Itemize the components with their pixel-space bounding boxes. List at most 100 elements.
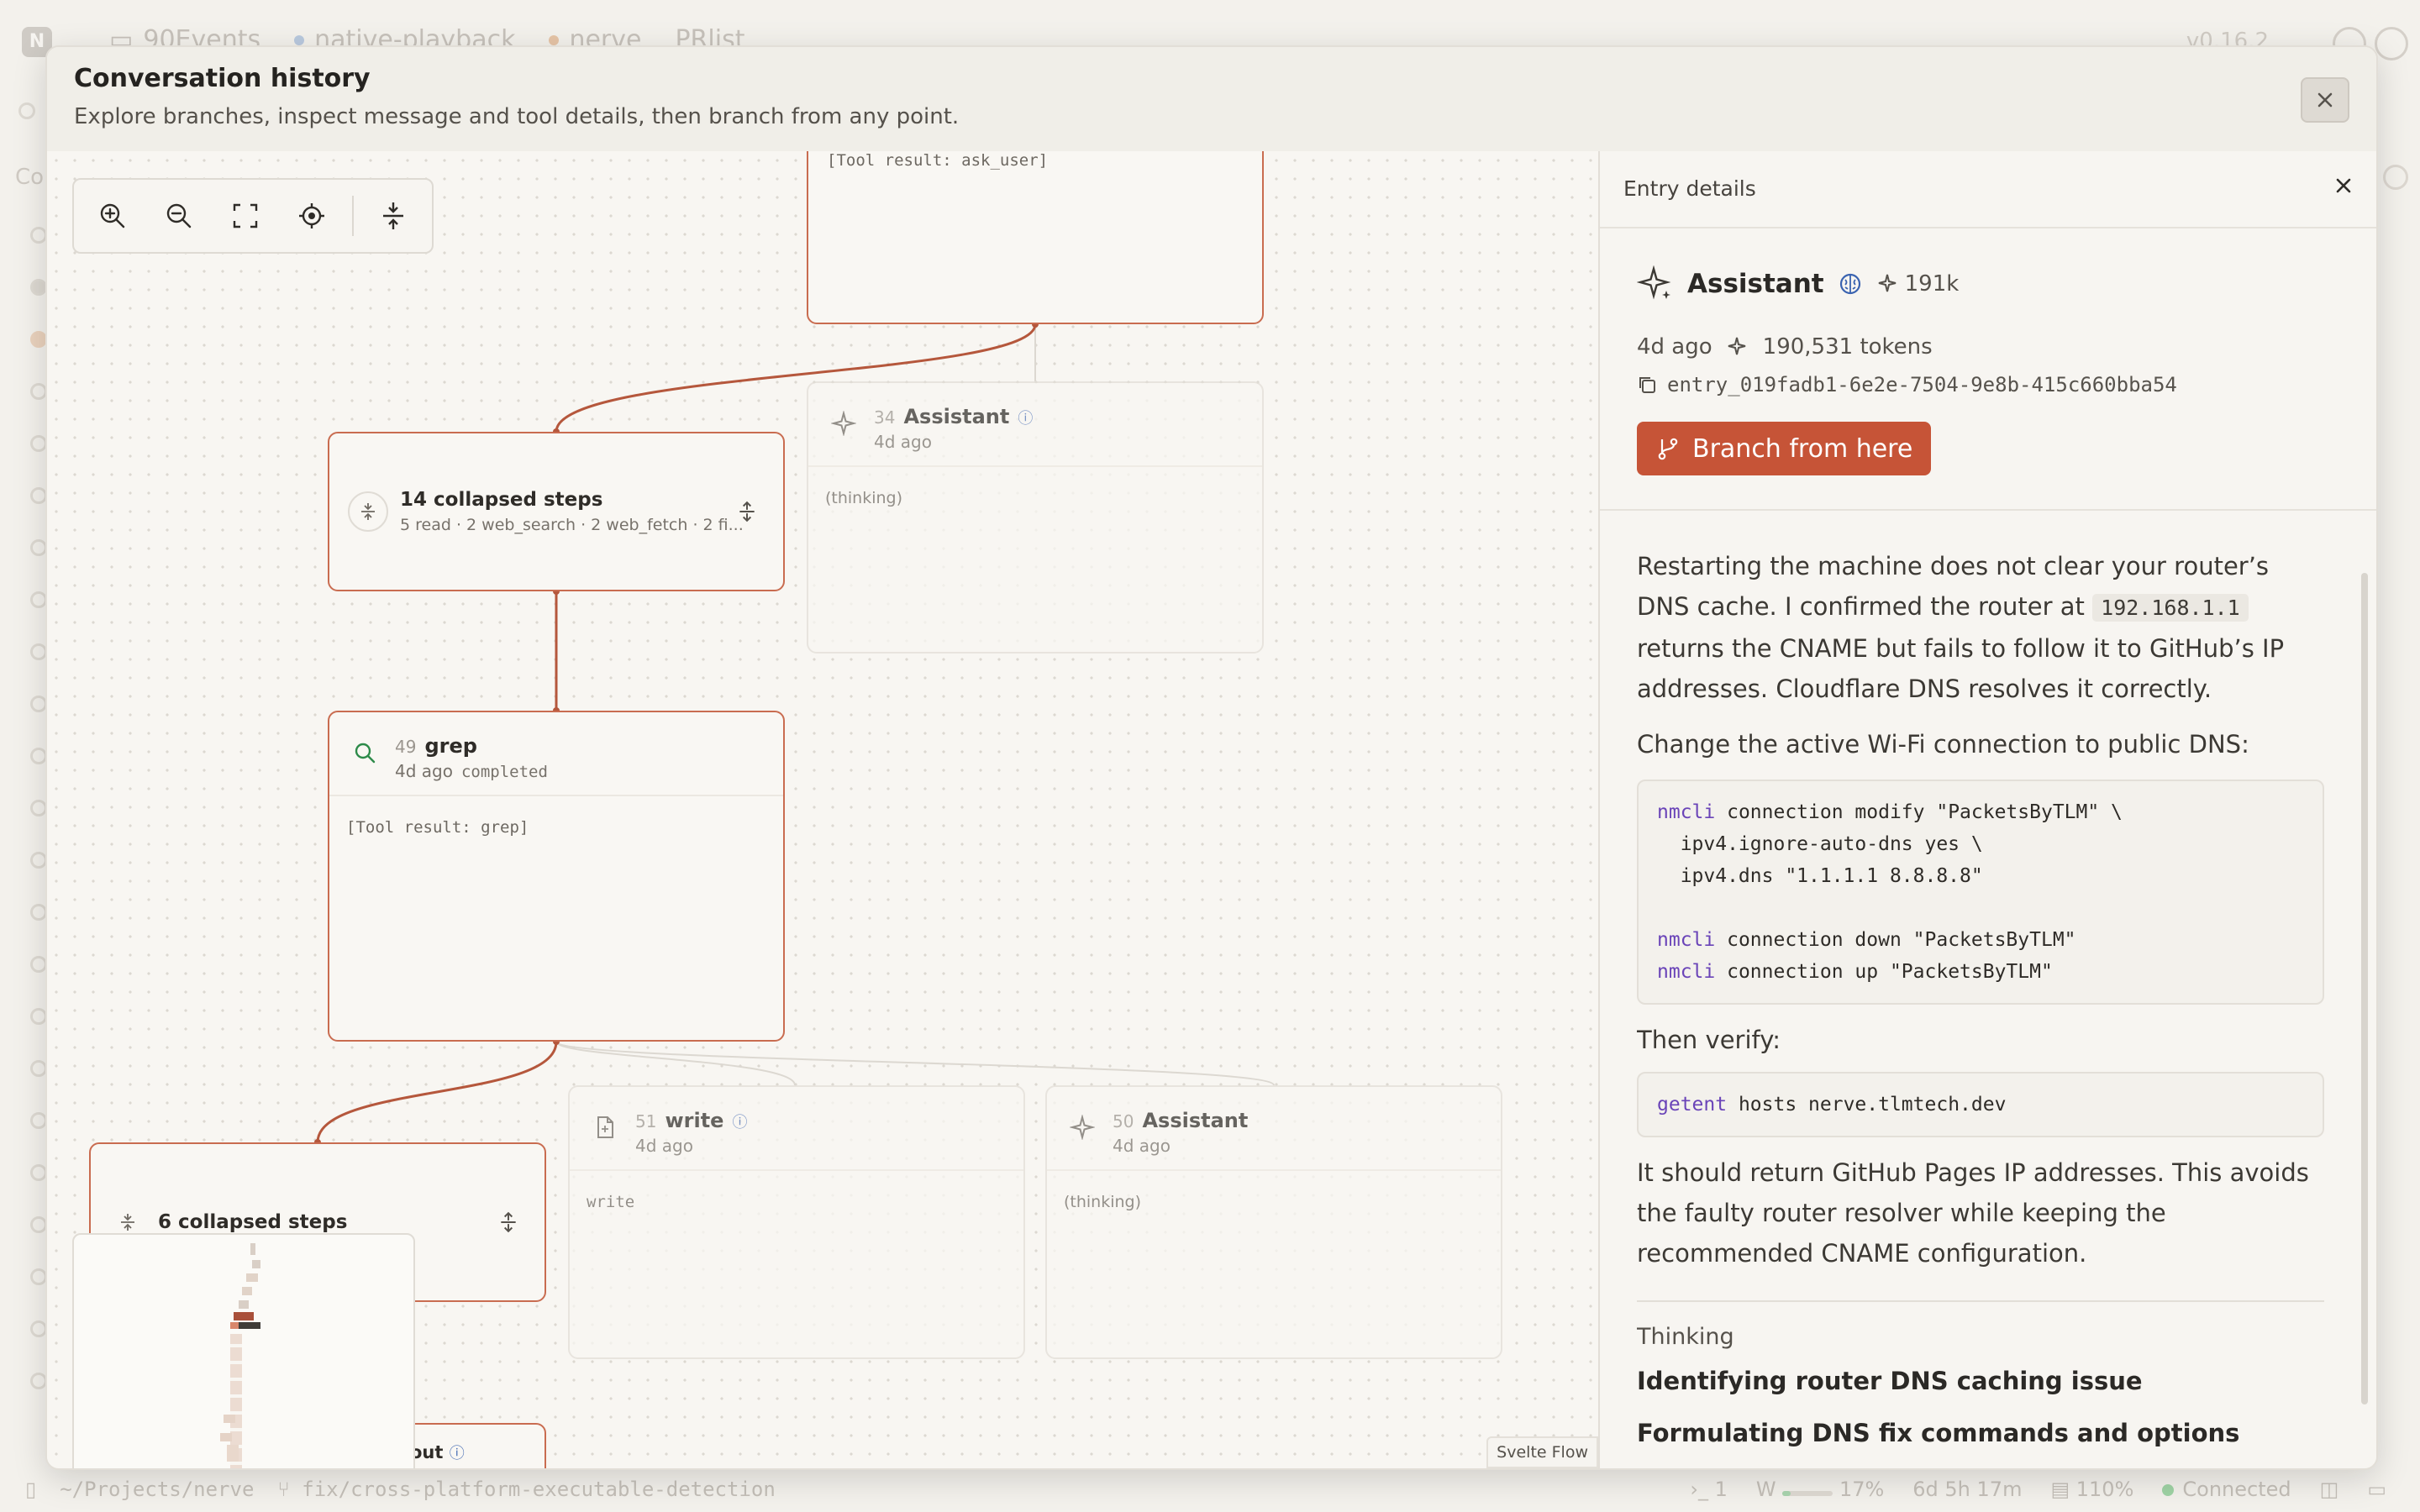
code-line: ipv4.ignore-auto-dns yes \: [1657, 833, 1983, 855]
content-divider: [1637, 1300, 2324, 1302]
session-dot[interactable]: [30, 591, 47, 608]
entry-details-panel: Entry details Assistant 191k 4d ago 190,…: [1598, 151, 2376, 1468]
session-dot[interactable]: [30, 1320, 47, 1337]
session-dot[interactable]: [30, 904, 47, 921]
session-dot[interactable]: [30, 435, 47, 452]
bottom-panel-icon[interactable]: ▭: [2367, 1478, 2386, 1501]
thinking-item[interactable]: Formulating DNS fix commands and options: [1637, 1419, 2324, 1447]
node-body: [Tool result: ask_user]: [827, 151, 1049, 170]
code-block-getent[interactable]: getent hosts nerve.tlmtech.dev: [1637, 1072, 2324, 1137]
gear-icon[interactable]: [2375, 27, 2408, 60]
session-dot[interactable]: [30, 748, 47, 764]
content-paragraph: Restarting the machine does not clear yo…: [1637, 552, 2285, 703]
token-badge: 191k: [1876, 271, 1959, 297]
collapsed-title: 14 collapsed steps: [400, 489, 603, 511]
sparkle-small-icon: [1878, 274, 1896, 292]
details-scrollbar[interactable]: [2361, 573, 2368, 1404]
entry-role: Assistant: [1687, 269, 1824, 299]
node-time: 4d ago: [395, 761, 453, 781]
expand-icon[interactable]: [497, 1211, 519, 1233]
session-dot[interactable]: [30, 1373, 47, 1389]
modal-close-button[interactable]: [2301, 77, 2349, 123]
node-collapsed-14-steps[interactable]: 14 collapsed steps 5 read · 2 web_search…: [328, 432, 785, 591]
node-body: (thinking): [808, 465, 1262, 529]
branch-from-here-button[interactable]: Branch from here: [1637, 422, 1932, 475]
entry-content: Restarting the machine does not clear yo…: [1637, 509, 2324, 1468]
fit-view-button[interactable]: [218, 188, 273, 244]
code-line: nmcli connection down "PacketsByTLM": [1657, 929, 2076, 951]
session-dot[interactable]: [30, 643, 47, 660]
session-dot[interactable]: [30, 852, 47, 869]
project-path: ~/Projects/nerve: [60, 1478, 255, 1501]
center-button[interactable]: [284, 188, 339, 244]
copy-icon[interactable]: [1637, 375, 1657, 395]
status-dot: [549, 34, 560, 45]
git-branch-icon: [1658, 438, 1678, 460]
node-assistant-34[interactable]: 34 Assistant ⓘ 4d ago (thinking): [807, 381, 1264, 654]
zoom-in-button[interactable]: [86, 188, 140, 244]
toolbar-separator: [352, 196, 355, 236]
usage-bar: [1782, 1491, 1833, 1496]
session-dot[interactable]: [30, 487, 47, 504]
node-write-51[interactable]: 51 write ⓘ 4d ago write: [568, 1085, 1025, 1359]
session-dot[interactable]: [30, 956, 47, 973]
session-dot[interactable]: [30, 539, 47, 556]
node-time: 4d ago: [1113, 1136, 1171, 1156]
node-assistant-50[interactable]: 50 Assistant 4d ago (thinking): [1045, 1085, 1502, 1359]
app-sidebar: [0, 84, 47, 1462]
node-grep-49[interactable]: 49 grep 4d ago completed [Tool result: gre…: [328, 711, 785, 1042]
session-dot[interactable]: [30, 800, 47, 816]
node-body: [Tool result: grep]: [329, 795, 783, 858]
expand-icon[interactable]: [736, 501, 758, 522]
session-dot[interactable]: [30, 1112, 47, 1129]
session-dot[interactable]: [30, 696, 47, 712]
flow-attribution[interactable]: Svelte Flow: [1486, 1436, 1598, 1468]
node-index: 34: [874, 407, 896, 428]
node-index: 51: [635, 1111, 657, 1131]
session-dot[interactable]: [30, 1216, 47, 1233]
content-paragraph: Then verify:: [1637, 1026, 1781, 1054]
code-line: ipv4.dns "1.1.1.1 8.8.8.8": [1657, 865, 1983, 887]
thinking-label: Thinking: [1637, 1324, 1734, 1350]
session-dot[interactable]: [30, 227, 47, 244]
collapsed-title: 6 collapsed steps: [158, 1211, 348, 1233]
edge-dim: [555, 1041, 796, 1086]
sparkle-icon: [825, 405, 862, 442]
panel-toggle-icon[interactable]: ◫: [2320, 1478, 2339, 1501]
node-tool-result-ask-user[interactable]: [Tool result: ask_user]: [807, 151, 1264, 324]
inline-code: 192.168.1.1: [2092, 594, 2249, 622]
expand-all-button[interactable]: [366, 188, 420, 244]
code-block-nmcli[interactable]: nmcli connection modify "PacketsByTLM" \…: [1637, 780, 2324, 1005]
search-icon: [346, 734, 383, 771]
details-close-icon[interactable]: [2334, 176, 2353, 195]
sparkle-icon: [1064, 1109, 1101, 1146]
flow-minimap[interactable]: [72, 1233, 415, 1468]
entry-id[interactable]: entry_019fadb1-6e2e-7504-9e8b-415c660bba…: [1667, 373, 2177, 396]
flow-toolbar: [72, 178, 434, 254]
session-dot[interactable]: [30, 1268, 47, 1285]
zoom-out-button[interactable]: [152, 188, 207, 244]
branch-icon: ⑂: [277, 1478, 302, 1501]
zoom-out-icon: [167, 203, 192, 228]
session-dot[interactable]: [30, 279, 47, 296]
zoom-level[interactable]: ▤ 110%: [2050, 1478, 2133, 1501]
collapsed-summary: 5 read · 2 web_search · 2 web_fetch · 2 …: [400, 516, 744, 534]
session-dot[interactable]: [30, 1060, 47, 1077]
session-dot[interactable]: [30, 1008, 47, 1025]
session-dot[interactable]: [30, 383, 47, 400]
edge-dim: [555, 1041, 1275, 1086]
session-dot[interactable]: [30, 1164, 47, 1181]
thinking-item[interactable]: Identifying router DNS caching issue: [1637, 1367, 2324, 1395]
flow-canvas[interactable]: [Tool result: ask_user] 34 Assistant ⓘ 4d …: [47, 151, 1598, 1468]
refresh-icon[interactable]: [2383, 165, 2408, 190]
sidebar-label: Co: [15, 165, 45, 190]
session-dot[interactable]: [30, 331, 47, 348]
terminal-count[interactable]: ›_ 1: [1690, 1478, 1728, 1501]
node-time: 4d ago: [635, 1136, 693, 1156]
node-title: Assistant: [903, 405, 1010, 428]
sidebar-toggle-icon[interactable]: ▯: [25, 1478, 36, 1501]
entry-meta: Assistant 191k 4d ago 190,531 tokens ent…: [1600, 227, 2376, 511]
entry-time: 4d ago: [1637, 334, 1712, 360]
uptime: 6d 5h 17m: [1912, 1478, 2023, 1501]
chat-icon[interactable]: [18, 102, 35, 119]
